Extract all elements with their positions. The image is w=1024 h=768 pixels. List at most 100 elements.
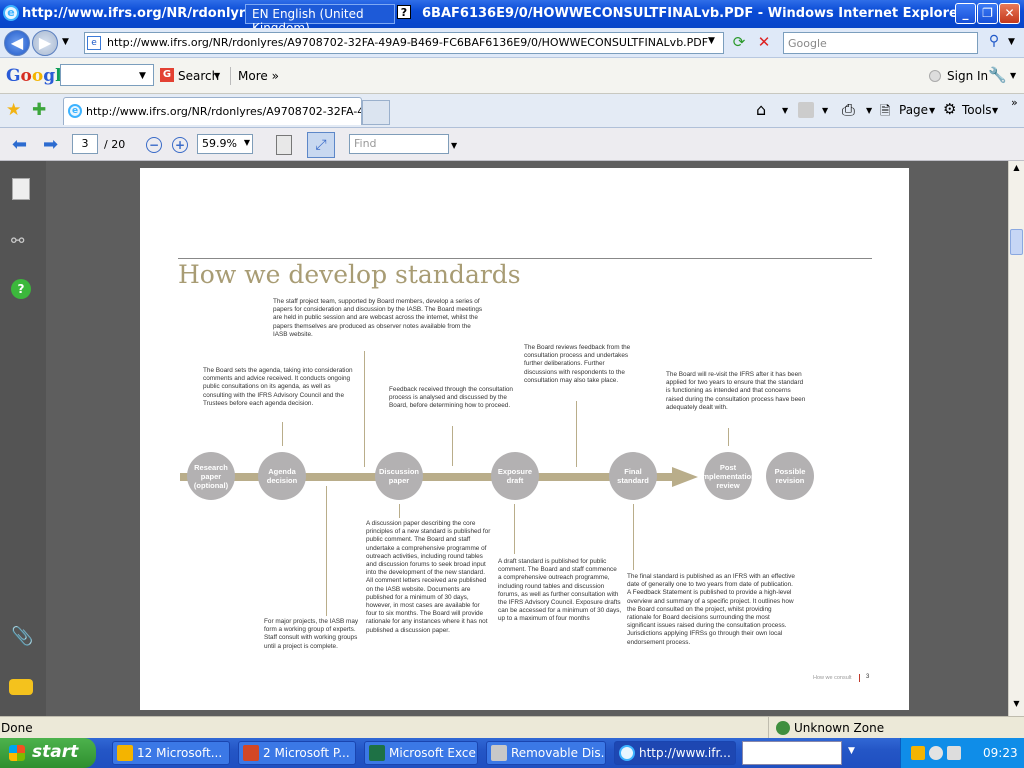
- more-button[interactable]: More »: [238, 69, 279, 83]
- fit-page-icon[interactable]: [276, 135, 292, 155]
- pdf-toolbar: ⬅ ➡ 3 / 20 − + 59.9% ▼ ⤢ Find ▼: [0, 128, 1024, 161]
- note-agenda: The Board sets the agenda, taking into c…: [203, 367, 353, 407]
- feeds-icon[interactable]: [798, 102, 814, 118]
- page-number: 3: [866, 674, 870, 680]
- chevron-more-icon[interactable]: »: [1011, 96, 1018, 109]
- pointer-revisit: [728, 428, 729, 446]
- start-label: start: [32, 742, 79, 762]
- powerpoint-icon: [243, 745, 259, 761]
- ie-logo-icon: e: [3, 5, 19, 21]
- tray-outlook-icon[interactable]: [911, 746, 925, 760]
- language-bar[interactable]: EN English (United Kingdom): [245, 4, 395, 35]
- find-dropdown-icon[interactable]: ▼: [451, 141, 457, 150]
- taskbar-google-search[interactable]: [742, 741, 842, 765]
- window-title-bar[interactable]: e http://www.ifrs.org/NR/rdonlyres/A EN …: [0, 0, 1024, 35]
- globe-icon: [776, 721, 790, 735]
- taskbar-search-dropdown-icon[interactable]: ▼: [848, 746, 855, 756]
- page-total: / 20: [104, 138, 126, 151]
- taskbar-removable-disk[interactable]: Removable Dis...: [486, 741, 606, 765]
- scroll-up-icon[interactable]: ▲: [1010, 163, 1023, 177]
- back-button[interactable]: ◀: [4, 30, 30, 56]
- previous-page-icon[interactable]: ⬅: [12, 134, 27, 155]
- vertical-scrollbar[interactable]: ▲ ▼: [1008, 161, 1024, 716]
- search-go-icon[interactable]: ⚲: [983, 33, 1005, 53]
- feeds-dropdown-icon[interactable]: ▼: [822, 106, 828, 115]
- address-dropdown-icon[interactable]: ▼: [708, 36, 715, 46]
- address-field[interactable]: http://www.ifrs.org/NR/rdonlyres/A970870…: [84, 32, 724, 54]
- settings-dropdown-icon[interactable]: ▼: [1010, 71, 1016, 80]
- refresh-icon[interactable]: ⟳: [729, 33, 749, 53]
- taskbar-internet-explorer[interactable]: http://www.ifr...: [614, 741, 736, 765]
- start-button[interactable]: start: [0, 738, 96, 768]
- toolbar-divider: [230, 67, 231, 85]
- signin-indicator-icon: [929, 70, 941, 82]
- tools-gear-icon: ⚙: [943, 100, 957, 118]
- stage-final-standard: Final standard: [609, 452, 657, 500]
- next-page-icon[interactable]: ➡: [43, 134, 58, 155]
- search-dropdown-icon[interactable]: ▼: [214, 71, 220, 80]
- page-menu-icon: 🗎: [880, 104, 891, 119]
- stop-icon[interactable]: ✕: [754, 33, 774, 53]
- attachment-paperclip-icon[interactable]: 📎: [11, 626, 33, 647]
- page-number-input[interactable]: 3: [72, 134, 98, 154]
- search-options-icon[interactable]: ▼: [1008, 37, 1015, 47]
- minimize-button[interactable]: _: [955, 3, 976, 24]
- excel-icon: [369, 745, 385, 761]
- stage-agenda-decision: Agenda decision: [258, 452, 306, 500]
- tray-network-icon[interactable]: [929, 746, 943, 760]
- taskbar-powerpoint[interactable]: 2 Microsoft P...: [238, 741, 356, 765]
- security-zone: Unknown Zone: [794, 721, 885, 735]
- sign-in-link[interactable]: Sign In: [947, 69, 988, 83]
- home-icon[interactable]: ⌂: [756, 100, 766, 119]
- tab-pdf[interactable]: e http://www.ifrs.org/NR/rdonlyres/A9708…: [63, 97, 362, 125]
- print-icon[interactable]: ⎙: [842, 100, 855, 120]
- forward-button[interactable]: ▶: [32, 30, 58, 56]
- taskbar-excel[interactable]: Microsoft Exce...: [364, 741, 478, 765]
- status-bar: Done Unknown Zone: [0, 716, 1024, 739]
- google-toolbar: Google ▼ G Search ▼ More » Sign In 🔧 ▼: [0, 58, 1024, 94]
- scroll-thumb[interactable]: [1010, 229, 1023, 255]
- zoom-in-icon[interactable]: +: [172, 137, 188, 153]
- google-g-icon: G: [160, 68, 174, 82]
- zoom-out-icon[interactable]: −: [146, 137, 162, 153]
- home-dropdown-icon[interactable]: ▼: [782, 106, 788, 115]
- google-dropdown-icon[interactable]: ▼: [139, 71, 146, 81]
- wrench-icon[interactable]: 🔧: [988, 66, 1007, 84]
- print-dropdown-icon[interactable]: ▼: [866, 106, 872, 115]
- taskbar-label: 2 Microsoft P...: [263, 746, 350, 760]
- footer-divider: [859, 674, 860, 682]
- restore-button[interactable]: ❐: [977, 3, 998, 24]
- comments-icon[interactable]: [9, 679, 33, 695]
- binoculars-icon[interactable]: ⚯: [11, 231, 24, 250]
- pointer-staff-team: [364, 351, 365, 467]
- tray-volume-icon[interactable]: [947, 746, 961, 760]
- add-favorites-icon[interactable]: ✚: [32, 100, 46, 120]
- help-icon[interactable]: ?: [11, 279, 31, 299]
- new-tab-button[interactable]: [362, 100, 390, 125]
- note-discussion-paper: A discussion paper describing the core p…: [366, 520, 491, 634]
- pointer-feedback: [452, 426, 453, 466]
- favorites-star-icon[interactable]: ★: [6, 100, 21, 120]
- note-final-standard: The final standard is published as an IF…: [627, 573, 795, 646]
- zoom-dropdown-icon: ▼: [243, 138, 250, 147]
- taskbar-outlook[interactable]: 12 Microsoft...: [112, 741, 230, 765]
- pointer-working-group: [326, 486, 327, 616]
- stage-post-implementation-review: Post implementation review: [700, 452, 756, 500]
- find-input[interactable]: Find: [349, 134, 449, 154]
- search-input[interactable]: Google: [783, 32, 978, 54]
- language-help-icon[interactable]: ?: [397, 5, 411, 19]
- pointer-agenda: [282, 422, 283, 446]
- tools-dropdown-icon[interactable]: ▼: [992, 106, 998, 115]
- tools-menu[interactable]: Tools: [962, 103, 992, 117]
- page-menu[interactable]: Page: [899, 103, 928, 117]
- close-button[interactable]: ✕: [999, 3, 1020, 24]
- status-divider: [768, 717, 769, 739]
- scroll-down-icon[interactable]: ▼: [1010, 699, 1023, 713]
- zoom-level-select[interactable]: 59.9% ▼: [197, 134, 253, 154]
- page-menu-dropdown-icon[interactable]: ▼: [929, 106, 935, 115]
- pages-panel-icon[interactable]: [12, 178, 30, 200]
- fit-width-icon[interactable]: ⤢: [307, 132, 335, 158]
- note-staff-team: The staff project team, supported by Boa…: [273, 298, 483, 338]
- history-dropdown-icon[interactable]: ▼: [62, 37, 69, 47]
- taskbar-label: Microsoft Exce...: [389, 746, 478, 760]
